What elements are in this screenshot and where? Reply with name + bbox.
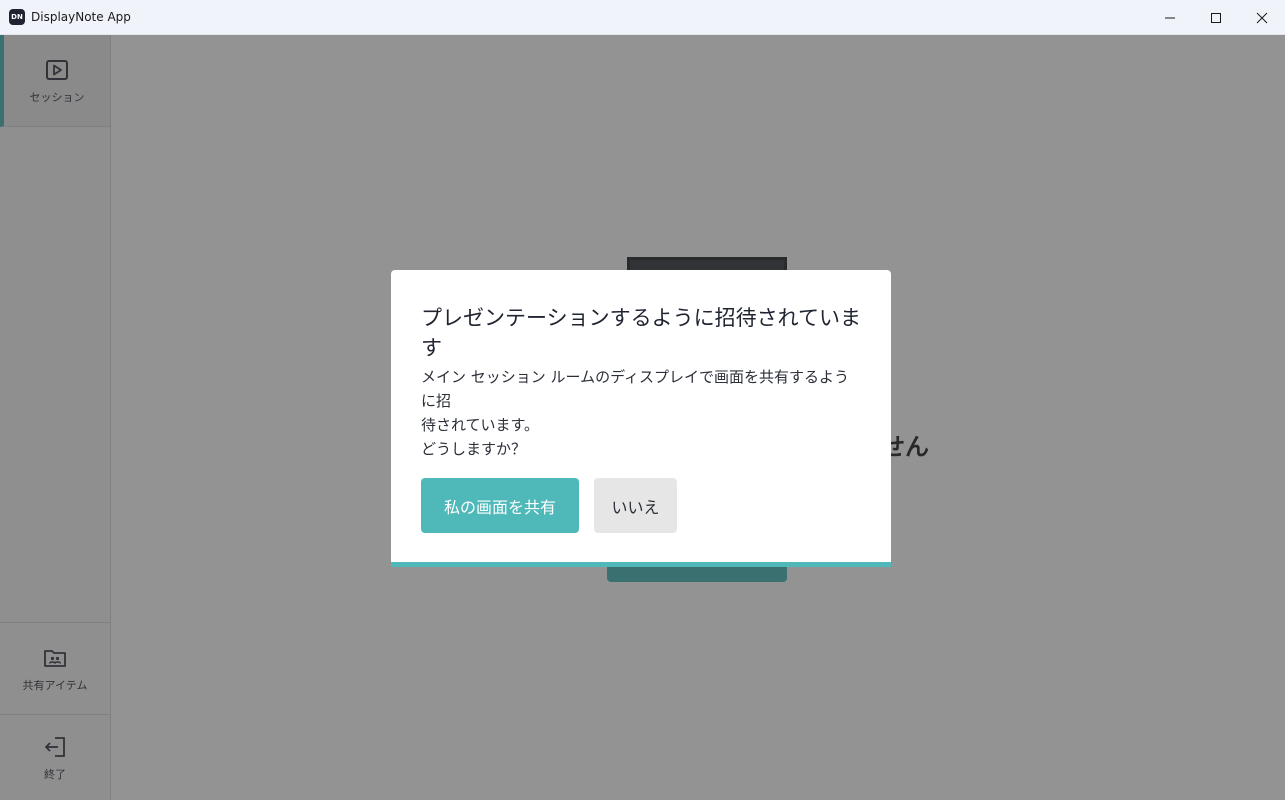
dialog-message-line: 待されています。 [421, 416, 540, 434]
window-controls [1147, 0, 1285, 35]
close-icon [1256, 12, 1268, 23]
window-title: DisplayNote App [31, 10, 131, 24]
maximize-icon [1211, 12, 1221, 23]
dialog-message-line: どうしますか？ [421, 440, 527, 458]
decline-button[interactable]: いいえ [594, 478, 677, 533]
minimize-icon [1165, 17, 1175, 18]
title-bar: DN DisplayNote App [0, 0, 1285, 35]
minimize-button[interactable] [1147, 0, 1193, 35]
maximize-button[interactable] [1193, 0, 1239, 35]
invite-dialog: プレゼンテーションするように招待されています メイン セッション ルームのディス… [391, 270, 891, 567]
dialog-message-line: メイン セッション ルームのディスプレイで画面を共有するように招 [421, 368, 850, 410]
share-screen-button[interactable]: 私の画面を共有 [421, 478, 579, 533]
close-button[interactable] [1239, 0, 1285, 35]
dialog-title: プレゼンテーションするように招待されています [421, 306, 861, 360]
dialog-message: メイン セッション ルームのディスプレイで画面を共有するように招 待されています… [421, 365, 861, 461]
app-logo-icon: DN [9, 9, 25, 25]
